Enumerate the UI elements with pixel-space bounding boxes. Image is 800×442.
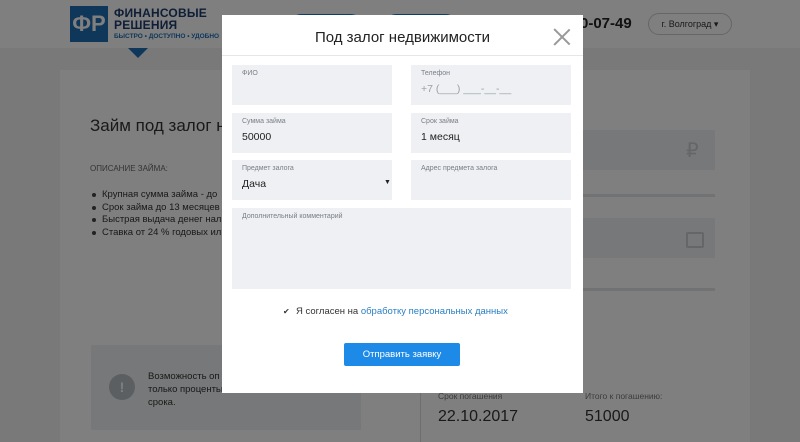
- modal-divider: [222, 55, 583, 56]
- comment-textarea[interactable]: Дополнительный комментарий: [232, 208, 571, 289]
- loan-request-modal: Под залог недвижимости ФИО Телефон +7 (_…: [222, 15, 583, 393]
- fio-field[interactable]: ФИО: [232, 65, 392, 105]
- fio-label: ФИО: [242, 70, 258, 77]
- consent-text: Я согласен на: [296, 306, 359, 317]
- comment-label: Дополнительный комментарий: [242, 213, 343, 220]
- loan-sum-field[interactable]: Сумма займа 50000: [232, 113, 392, 153]
- pledge-value: Дача: [242, 178, 267, 190]
- close-icon[interactable]: [553, 28, 571, 46]
- privacy-policy-link[interactable]: обработку персональных данных: [361, 306, 508, 317]
- phone-placeholder: +7 (___) ___-__-__: [421, 83, 512, 95]
- phone-field[interactable]: Телефон +7 (___) ___-__-__: [411, 65, 571, 105]
- loan-sum-label: Сумма займа: [242, 118, 286, 125]
- loan-term-field[interactable]: Срок займа 1 месяц: [411, 113, 571, 153]
- consent-checkbox[interactable]: ✔: [283, 308, 291, 316]
- chevron-down-icon: ▼: [384, 179, 391, 186]
- loan-term-label: Срок займа: [421, 118, 459, 125]
- submit-request-button[interactable]: Отправить заявку: [344, 343, 460, 366]
- pledge-address-label: Адрес предмета залога: [421, 165, 498, 172]
- loan-term-value: 1 месяц: [421, 131, 460, 143]
- phone-label: Телефон: [421, 70, 451, 77]
- pledge-select[interactable]: Предмет залога Дача ▼: [232, 160, 392, 200]
- pledge-label: Предмет залога: [242, 165, 294, 172]
- pledge-address-field[interactable]: Адрес предмета залога: [411, 160, 571, 200]
- loan-sum-value: 50000: [242, 131, 272, 143]
- consent-row: ✔ Я согласен на обработку персональных да…: [283, 306, 508, 317]
- modal-title: Под залог недвижимости: [314, 29, 491, 46]
